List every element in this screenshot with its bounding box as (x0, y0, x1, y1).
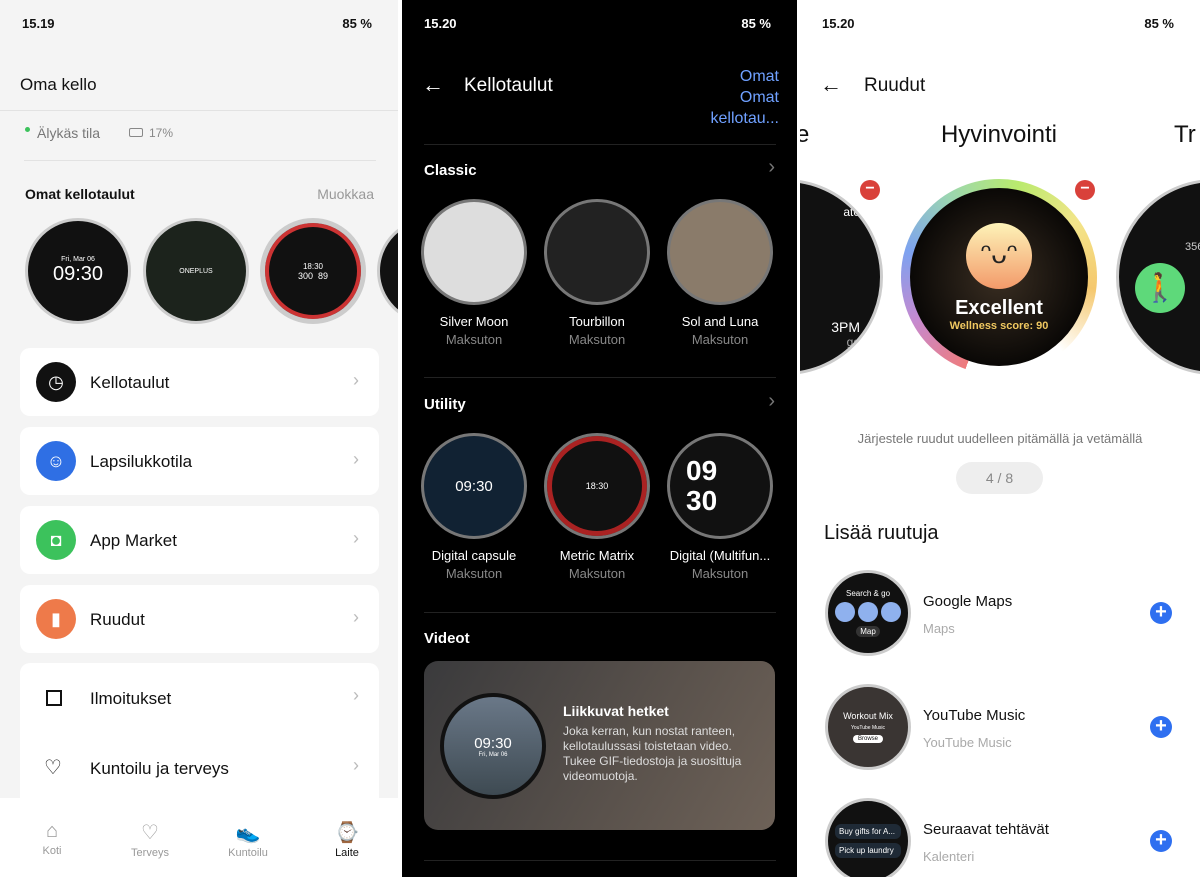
watch-face-tourbillon[interactable] (544, 199, 650, 305)
add-tile-button[interactable]: + (1150, 602, 1172, 624)
battery-icon (129, 128, 143, 137)
reorder-hint: Järjestele ruudut uudelleen pitämällä ja… (857, 431, 1143, 446)
tile-list-item: Search & go Map Google Maps Maps + (800, 570, 1200, 660)
mode-label: Älykäs tila (37, 125, 101, 141)
watch-face-digital-multifunction[interactable]: 09 30 (667, 433, 773, 539)
my-faces-link[interactable]: Omat Omat kellotau... (699, 66, 779, 129)
add-tiles-title: Lisää ruutuja (824, 522, 939, 544)
chevron-right-icon: › (353, 528, 359, 548)
nav-fitness[interactable]: 👟 Kuntoilu (208, 820, 288, 859)
back-arrow-icon[interactable]: ← (422, 72, 444, 98)
home-icon: ⌂ (45, 820, 59, 842)
clock-icon: ◷ (36, 362, 76, 402)
tile-activity[interactable]: 356🚶 (1116, 179, 1200, 375)
back-arrow-icon[interactable]: ← (820, 72, 842, 98)
divider (0, 110, 398, 111)
remove-tile-button[interactable]: − (860, 180, 880, 200)
page-title: Kellotaulut (464, 75, 553, 96)
tile-preview-maps: Search & go Map (825, 570, 911, 656)
watch-faces-screen: 15.20 85 % ← Kellotaulut Omat Omat kellota… (402, 0, 797, 877)
chevron-right-icon: › (353, 685, 359, 705)
page-title: Oma kello (20, 75, 97, 94)
menu-app-market[interactable]: ◘ App Market › (20, 506, 379, 574)
watch-face[interactable]: Fri, Mar 06 09:30 (25, 218, 131, 324)
edit-button[interactable]: Muokkaa (317, 186, 374, 202)
section-utility: Utility (424, 396, 466, 413)
heart-icon: ♡ (141, 822, 159, 844)
tile-title-prev: e (800, 121, 810, 148)
menu-fitness-health[interactable]: ♡ Kuntoilu ja terveys › (20, 733, 379, 803)
tile-preview-youtube-music: Workout Mix YouTube Music Browse (825, 684, 911, 770)
status-dot-icon (25, 127, 30, 132)
walking-icon: 🚶 (1135, 263, 1185, 313)
section-title: Omat kellotaulut (25, 186, 135, 202)
divider (424, 612, 776, 613)
tile-list-item: Buy gifts for A... Pick up laundry Seuraa… (800, 798, 1200, 877)
divider (24, 160, 376, 161)
settings-list: Ilmoitukset › ♡ Kuntoilu ja terveys › (20, 663, 379, 813)
watch-face-digital-capsule[interactable]: 09:30 (421, 433, 527, 539)
watch-face-metric-matrix[interactable]: 18:30 (544, 433, 650, 539)
divider (424, 377, 776, 378)
notification-icon (46, 690, 62, 706)
menu-tiles[interactable]: ▮ Ruudut › (20, 585, 379, 653)
add-tile-button[interactable]: + (1150, 716, 1172, 738)
section-videos: Videot (424, 630, 470, 647)
video-watch-preview: 09:30 Fri, Mar 06 (440, 693, 546, 799)
child-lock-icon: ☺ (36, 441, 76, 481)
tile-preview-tasks: Buy gifts for A... Pick up laundry (825, 798, 911, 877)
chevron-right-icon: › (353, 755, 359, 775)
page-title: Ruudut (864, 75, 926, 96)
chevron-right-icon: › (353, 607, 359, 627)
divider (424, 144, 776, 145)
chevron-right-icon[interactable]: › (768, 156, 775, 179)
heart-icon: ♡ (44, 757, 62, 779)
tiles-screen: 15.20 85 % ← Ruudut e Hyvinvointi Tr ate 3… (800, 0, 1200, 877)
shoe-icon: 👟 (235, 822, 261, 844)
watch-face-sol-luna[interactable] (667, 199, 773, 305)
section-classic: Classic (424, 162, 477, 179)
watch-face[interactable]: ONEPLUS (143, 218, 249, 324)
watch-icon: ⌚ (334, 822, 360, 844)
menu-notifications[interactable]: Ilmoitukset › (20, 663, 379, 733)
watch-face-silver-moon[interactable] (421, 199, 527, 305)
chevron-right-icon: › (353, 370, 359, 390)
tiles-icon: ▮ (36, 599, 76, 639)
tile-list-item: Workout Mix YouTube Music Browse YouTube M… (800, 684, 1200, 774)
nav-device[interactable]: ⌚ Laite (307, 820, 387, 859)
menu-watch-faces[interactable]: ◷ Kellotaulut › (20, 348, 379, 416)
shopping-bag-icon: ◘ (36, 520, 76, 560)
tile-wellness[interactable]: ᵔᴗᵔ Excellent Wellness score: 90 (901, 179, 1097, 375)
nav-home[interactable]: ⌂ Koti (12, 820, 92, 857)
divider (424, 860, 776, 861)
add-tile-button[interactable]: + (1150, 830, 1172, 852)
my-watch-screen: 15.19 85 % Oma kello Älykäs tila 17% Omat… (0, 0, 398, 877)
page-indicator: 4 / 8 (956, 462, 1043, 494)
video-card[interactable]: 09:30 Fri, Mar 06 Liikkuvat hetket Joka k… (424, 661, 775, 830)
chevron-right-icon: › (353, 449, 359, 469)
watch-face[interactable]: 18:30 300 89 (260, 218, 366, 324)
remove-tile-button[interactable]: − (1075, 180, 1095, 200)
tile-heart-rate[interactable]: ate 3PM go (800, 179, 883, 375)
watch-battery: 17% (149, 126, 174, 140)
nav-health[interactable]: ♡ Terveys (110, 820, 190, 859)
menu-child-lock[interactable]: ☺ Lapsilukkotila › (20, 427, 379, 495)
chevron-right-icon[interactable]: › (768, 390, 775, 413)
video-card-desc: Joka kerran, kun nostat ranteen, kellota… (563, 724, 742, 783)
watch-face[interactable] (377, 218, 398, 324)
video-card-title: Liikkuvat hetket (563, 703, 669, 719)
tile-title-next: Tr (1174, 121, 1196, 148)
smiley-icon: ᵔᴗᵔ (966, 222, 1032, 289)
tile-title-current: Hyvinvointi (940, 121, 1058, 148)
